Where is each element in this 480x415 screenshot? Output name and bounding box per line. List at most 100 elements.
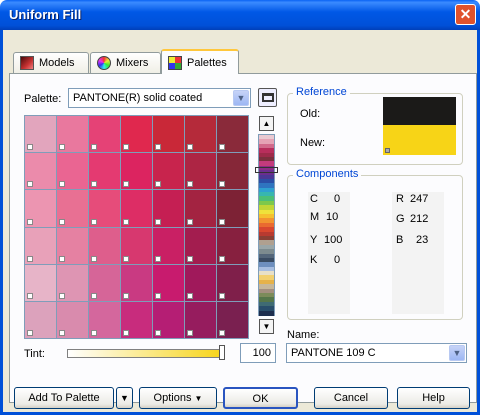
palette-swatch[interactable] — [25, 301, 56, 338]
palette-swatch[interactable] — [185, 190, 216, 227]
palette-swatch[interactable] — [25, 264, 56, 301]
palette-swatch[interactable] — [89, 301, 120, 338]
reference-group-title: Reference — [293, 86, 350, 98]
tint-label: Tint: — [24, 348, 45, 360]
palette-swatch[interactable] — [217, 190, 248, 227]
close-icon: ✕ — [459, 6, 472, 22]
strip-color-band[interactable] — [259, 310, 274, 316]
add-to-palette-menu-button[interactable]: ▼ — [116, 387, 133, 409]
tab-palettes-label: Palettes — [187, 56, 227, 69]
tab-mixers[interactable]: Mixers — [90, 52, 161, 73]
palette-dropdown[interactable]: PANTONE(R) solid coated ▼ — [68, 88, 251, 108]
help-button[interactable]: Help — [397, 387, 470, 409]
title-bar[interactable]: Uniform Fill ✕ — [0, 0, 480, 30]
palette-swatch[interactable] — [57, 190, 88, 227]
old-color-swatch — [383, 97, 456, 125]
palette-swatch[interactable] — [25, 227, 56, 264]
component-c: C0 — [310, 193, 341, 205]
palette-swatch[interactable] — [121, 227, 152, 264]
palette-swatch[interactable] — [217, 116, 248, 153]
cmyk-column: C0 M 10 Y 100 K0 — [308, 192, 350, 314]
palette-swatch[interactable] — [89, 153, 120, 190]
palette-swatch[interactable] — [89, 264, 120, 301]
palette-swatch[interactable] — [25, 153, 56, 190]
new-color-label: New: — [300, 137, 326, 149]
palette-swatch[interactable] — [57, 116, 88, 153]
components-group-title: Components — [293, 168, 362, 180]
arrow-up-icon: ▲ — [262, 119, 271, 128]
palette-swatch[interactable] — [121, 153, 152, 190]
component-y: Y 100 — [310, 234, 343, 246]
chevron-down-icon[interactable]: ▼ — [449, 345, 465, 361]
ok-button[interactable]: OK — [223, 387, 298, 409]
color-name-dropdown[interactable]: PANTONE 109 C ▼ — [286, 343, 467, 363]
tint-value-input[interactable]: 100 — [240, 343, 276, 363]
name-label: Name: — [287, 329, 320, 341]
open-palette-button[interactable] — [258, 88, 277, 107]
palette-swatch[interactable] — [217, 227, 248, 264]
tint-value: 100 — [252, 347, 271, 359]
palette-swatch[interactable] — [185, 227, 216, 264]
palette-swatch[interactable] — [121, 301, 152, 338]
palette-swatch[interactable] — [153, 153, 184, 190]
component-m: M 10 — [310, 211, 339, 223]
palette-swatch[interactable] — [89, 116, 120, 153]
mixers-icon — [97, 56, 111, 70]
cancel-button[interactable]: Cancel — [314, 387, 388, 409]
palette-swatch[interactable] — [57, 301, 88, 338]
add-to-palette-button[interactable]: Add To Palette — [14, 387, 114, 409]
old-color-label: Old: — [300, 108, 321, 120]
tint-slider-thumb[interactable] — [219, 345, 225, 360]
palette-label: Palette: — [24, 93, 62, 105]
tint-slider-track[interactable] — [67, 349, 225, 358]
color-name-value: PANTONE 109 C — [291, 347, 376, 359]
palette-swatch[interactable] — [153, 190, 184, 227]
options-button[interactable]: Options ▼ — [139, 387, 217, 409]
palette-swatch-grid[interactable] — [24, 115, 249, 339]
palette-swatch[interactable] — [121, 190, 152, 227]
tab-palettes[interactable]: Palettes — [161, 49, 239, 74]
palette-swatch[interactable] — [57, 264, 88, 301]
palette-swatch[interactable] — [57, 153, 88, 190]
palette-swatch[interactable] — [153, 264, 184, 301]
component-r: R 247 — [396, 193, 429, 205]
chevron-down-icon[interactable]: ▼ — [233, 90, 249, 106]
chevron-down-icon: ▼ — [120, 393, 129, 403]
strip-scroll-down-button[interactable]: ▼ — [259, 319, 274, 334]
palette-swatch[interactable] — [153, 301, 184, 338]
palette-swatch[interactable] — [185, 116, 216, 153]
models-icon — [20, 56, 34, 70]
new-color-swatch — [383, 125, 456, 155]
palette-swatch[interactable] — [121, 264, 152, 301]
palette-swatch[interactable] — [153, 227, 184, 264]
swatch-marker-icon — [385, 148, 390, 153]
arrow-down-icon: ▼ — [262, 322, 271, 331]
window-title: Uniform Fill — [9, 7, 82, 22]
palette-swatch[interactable] — [25, 116, 56, 153]
component-b: B 23 — [396, 234, 429, 246]
palette-swatch[interactable] — [217, 301, 248, 338]
palette-swatch[interactable] — [185, 301, 216, 338]
palettes-icon — [168, 55, 182, 70]
palette-swatch[interactable] — [57, 227, 88, 264]
palette-swatch[interactable] — [89, 190, 120, 227]
palette-swatch[interactable] — [121, 116, 152, 153]
component-g: G 212 — [396, 213, 429, 225]
folder-icon — [262, 93, 274, 102]
close-button[interactable]: ✕ — [455, 4, 476, 25]
strip-position-indicator[interactable] — [255, 167, 278, 173]
palette-swatch[interactable] — [217, 264, 248, 301]
tab-models-label: Models — [39, 57, 75, 69]
palette-swatch[interactable] — [217, 153, 248, 190]
palette-swatch[interactable] — [89, 227, 120, 264]
chevron-down-icon: ▼ — [194, 394, 203, 403]
palette-swatch[interactable] — [153, 116, 184, 153]
tab-models[interactable]: Models — [13, 52, 89, 73]
palette-color-strip[interactable] — [258, 134, 275, 316]
strip-scroll-up-button[interactable]: ▲ — [259, 116, 274, 131]
tab-mixers-label: Mixers — [116, 57, 149, 69]
rgb-column: R 247 G 212 B 23 — [392, 192, 444, 314]
palette-swatch[interactable] — [25, 190, 56, 227]
palette-swatch[interactable] — [185, 264, 216, 301]
palette-swatch[interactable] — [185, 153, 216, 190]
